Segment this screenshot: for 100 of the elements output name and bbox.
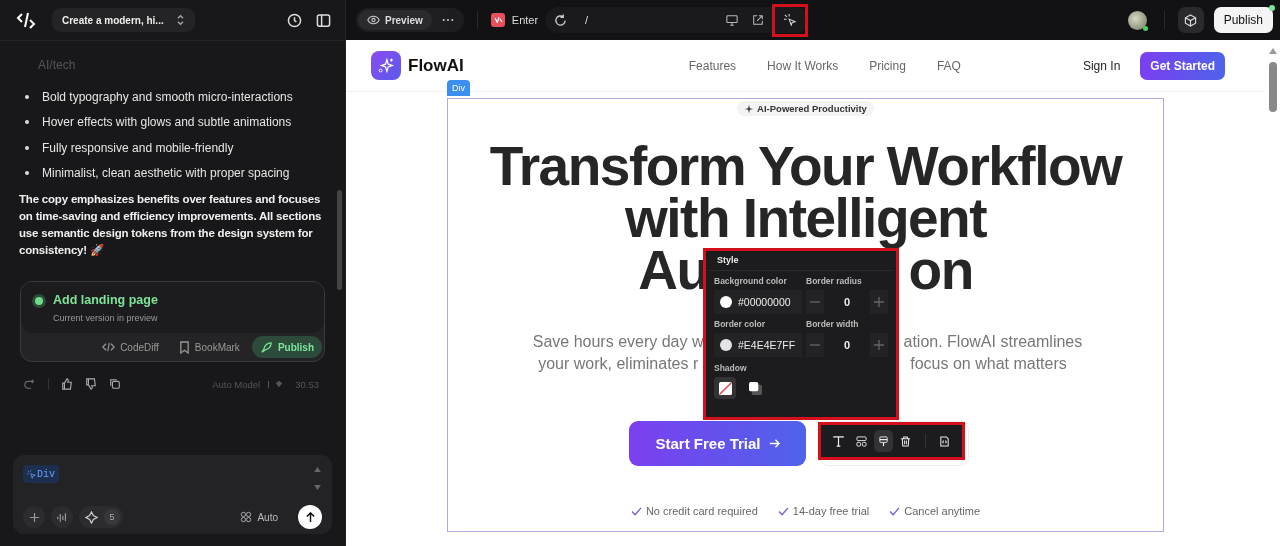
number-field[interactable]: 0: [824, 290, 870, 314]
no-shadow-option[interactable]: [714, 377, 736, 399]
bookmark-button[interactable]: BookMark: [170, 336, 248, 358]
eye-icon: [367, 15, 380, 25]
refresh-icon[interactable]: [554, 13, 568, 27]
avatar[interactable]: [1127, 10, 1147, 30]
check-icon: [630, 506, 642, 516]
send-button[interactable]: [298, 505, 322, 529]
scroll-up-icon[interactable]: [314, 467, 321, 472]
code-diff-button[interactable]: CodeDiff: [94, 336, 167, 358]
field-label: Background color: [714, 276, 788, 286]
copy-icon[interactable]: [109, 378, 121, 390]
waveform-icon: [56, 511, 68, 523]
code-logo-icon[interactable]: [16, 10, 36, 30]
bullet-text: Bold typography and smooth micro-interactions: [42, 89, 293, 104]
start-trial-button[interactable]: Start Free Trial: [629, 421, 806, 466]
sparkle-icon: [85, 510, 98, 524]
preview-toggle[interactable]: Preview: [358, 10, 432, 30]
layout-icon: [855, 435, 867, 447]
rocket-icon: [259, 340, 273, 354]
brand-logo-icon: [371, 51, 401, 80]
thumbs-down-icon[interactable]: [85, 378, 97, 390]
publish-button[interactable]: Publish: [1213, 7, 1273, 33]
element-chip[interactable]: Div: [23, 465, 59, 483]
color-field[interactable]: #00000000: [714, 290, 802, 314]
online-dot-icon: [1142, 25, 1148, 31]
nav-link[interactable]: Pricing: [869, 58, 906, 73]
arrow-right-icon: [768, 438, 780, 449]
field-label: Border width: [806, 319, 860, 329]
color-swatch-icon: [720, 339, 732, 351]
nav-link[interactable]: How It Works: [767, 58, 839, 73]
trash-icon: [900, 435, 912, 447]
color-field[interactable]: #E4E4E7FF: [714, 333, 802, 357]
panel-title: Style: [709, 255, 893, 271]
bullet-text: Fully responsive and mobile-friendly: [42, 140, 234, 155]
page-name: Enter: [511, 14, 539, 26]
perk-text: No credit card required: [645, 505, 758, 517]
credits-button[interactable]: 5: [79, 506, 123, 528]
chevron-updown-icon: [175, 14, 185, 26]
scroll-up-icon[interactable]: [1268, 48, 1277, 54]
select-element-button[interactable]: [772, 3, 809, 37]
cursor-click-icon: [784, 14, 797, 26]
perk-text: 14-day free trial: [792, 505, 870, 517]
style-tool-button[interactable]: [873, 430, 894, 452]
hero-subtitle: Save hours every day w: [532, 332, 704, 352]
sign-in-link[interactable]: Sign In: [1082, 58, 1121, 73]
version-subtitle: Current version in preview: [53, 313, 158, 323]
prompt-input[interactable]: Div 5 Auto: [13, 455, 332, 534]
page-icon: [490, 13, 505, 27]
monitor-icon[interactable]: [726, 14, 739, 26]
cursor-click-icon: [27, 469, 36, 479]
bookmark-icon: [178, 340, 190, 354]
voice-button[interactable]: [51, 506, 73, 528]
scrollbar-thumb[interactable]: [337, 190, 342, 290]
sidebar-toggle-icon[interactable]: [316, 12, 331, 28]
field-label: Border color: [714, 319, 766, 329]
scroll-down-icon[interactable]: [314, 485, 321, 490]
more-icon[interactable]: [441, 18, 454, 22]
brand-name: FlowAI: [408, 55, 464, 76]
arrow-up-icon: [304, 511, 316, 523]
hero-headline: on: [908, 244, 973, 296]
minus-icon: [810, 301, 820, 303]
history-icon[interactable]: [287, 12, 302, 28]
number-field[interactable]: 0: [824, 333, 870, 357]
paint-brush-icon: [878, 435, 890, 447]
nav-link[interactable]: Features: [688, 58, 737, 73]
plus-icon: [28, 511, 40, 523]
external-link-icon[interactable]: [752, 14, 765, 26]
hero-headline: Transform Your Workflow: [489, 140, 1122, 192]
notification-dot-icon: [1269, 5, 1275, 11]
check-icon: [889, 506, 901, 516]
cube-button[interactable]: [1177, 7, 1204, 33]
perk-text: Cancel anytime: [904, 505, 981, 517]
hero-badge: AI-Powered Productivity: [737, 101, 874, 116]
field-label: Border radius: [806, 276, 863, 286]
thumbs-up-icon[interactable]: [61, 378, 73, 390]
field-label: Shadow: [714, 363, 748, 373]
code-file-icon: [938, 435, 950, 447]
cube-icon: [1184, 13, 1198, 27]
chat-text: AI/tech: [38, 58, 77, 72]
atom-icon: [240, 511, 253, 523]
publish-button[interactable]: Publish: [251, 336, 322, 358]
drop-shadow-icon: [748, 381, 762, 395]
add-button[interactable]: [23, 506, 45, 528]
get-started-button[interactable]: Get Started: [1140, 51, 1225, 80]
url-path: /: [585, 14, 589, 26]
nav-link[interactable]: FAQ: [936, 58, 961, 73]
color-swatch-icon: [720, 296, 732, 308]
plus-icon: [874, 340, 884, 350]
model-selector[interactable]: Auto: [234, 510, 284, 524]
check-icon: [777, 506, 789, 516]
status-dot-icon: [35, 297, 43, 305]
text-icon: [833, 435, 845, 447]
hero-subtitle: focus on what matters: [910, 354, 1067, 374]
element-tag: Div: [447, 80, 470, 96]
scrollbar-thumb[interactable]: [1268, 62, 1277, 112]
minus-icon: [810, 344, 820, 346]
credit-count: 30.53: [295, 378, 319, 390]
project-selector[interactable]: Create a modern, hi...: [52, 8, 195, 32]
redo-icon[interactable]: [24, 378, 36, 390]
